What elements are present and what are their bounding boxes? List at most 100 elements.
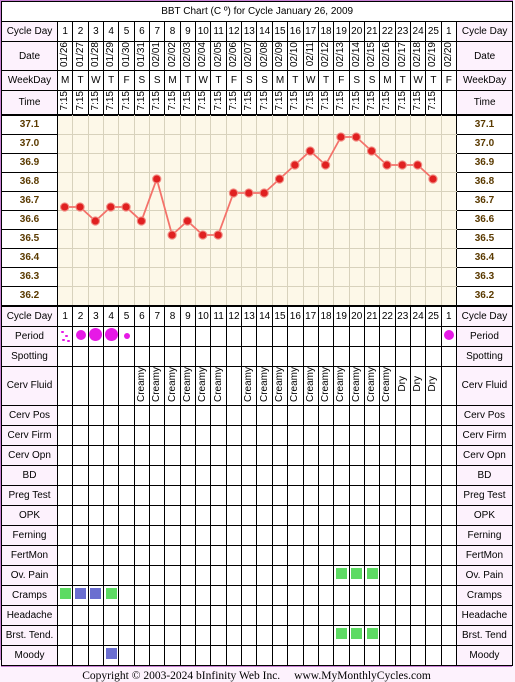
headache-row-cell[interactable] (333, 604, 350, 626)
cramps-row-cell[interactable] (56, 584, 74, 606)
preg-test-row-cell[interactable] (118, 484, 135, 506)
ov-pain-row-cell[interactable] (118, 564, 135, 586)
cramps-row-cell[interactable] (348, 584, 365, 606)
preg-test-row-cell[interactable] (394, 484, 411, 506)
bd-row-cell[interactable] (133, 464, 151, 486)
ferning-row-cell[interactable] (195, 524, 212, 546)
spotting-cell[interactable] (118, 345, 135, 367)
period-cell[interactable] (333, 325, 350, 347)
ov-pain-row-cell[interactable] (317, 564, 335, 586)
brst-tend-row-cell[interactable] (241, 624, 258, 646)
fertmon-row-cell[interactable] (195, 544, 212, 566)
headache-row-cell[interactable] (225, 604, 243, 626)
fertmon-row-cell[interactable] (271, 544, 289, 566)
preg-test-row-cell[interactable] (179, 484, 197, 506)
cerv-firm-row-cell[interactable] (210, 424, 227, 446)
moody-row-cell[interactable] (256, 644, 273, 666)
cerv-opn-row-cell[interactable] (179, 444, 197, 466)
moody-row-cell[interactable] (271, 644, 289, 666)
spotting-cell[interactable] (333, 345, 350, 367)
period-cell[interactable] (287, 325, 304, 347)
ferning-row-cell[interactable] (72, 524, 89, 546)
ov-pain-row-cell[interactable] (241, 564, 258, 586)
opk-row-cell[interactable] (118, 504, 135, 526)
cerv-firm-row-cell[interactable] (317, 424, 335, 446)
spotting-cell[interactable] (149, 345, 166, 367)
cerv-opn-row-cell[interactable] (225, 444, 243, 466)
cerv-pos-row-cell[interactable] (149, 404, 166, 426)
ov-pain-row-cell[interactable] (133, 564, 151, 586)
period-cell[interactable] (271, 325, 289, 347)
cramps-row-cell[interactable] (363, 584, 381, 606)
spotting-cell[interactable] (56, 345, 74, 367)
cerv-fluid-cell[interactable] (72, 365, 89, 406)
preg-test-row-cell[interactable] (56, 484, 74, 506)
brst-tend-row-cell[interactable] (317, 624, 335, 646)
headache-row-cell[interactable] (179, 604, 197, 626)
preg-test-row-cell[interactable] (241, 484, 258, 506)
opk-row-cell[interactable] (363, 504, 381, 526)
ov-pain-row-cell[interactable] (72, 564, 89, 586)
spotting-cell[interactable] (164, 345, 181, 367)
bd-row-cell[interactable] (103, 464, 120, 486)
ferning-row-cell[interactable] (394, 524, 411, 546)
cramps-row-cell[interactable] (103, 584, 120, 606)
cerv-pos-row-cell[interactable] (87, 404, 105, 426)
bd-row-cell[interactable] (425, 464, 442, 486)
cerv-firm-row-cell[interactable] (348, 424, 365, 446)
bd-row-cell[interactable] (363, 464, 381, 486)
ferning-row-cell[interactable] (179, 524, 197, 546)
cerv-firm-row-cell[interactable] (379, 424, 396, 446)
brst-tend-row-cell[interactable] (103, 624, 120, 646)
moody-row-cell[interactable] (348, 644, 365, 666)
period-cell[interactable] (363, 325, 381, 347)
cerv-firm-row-cell[interactable] (179, 424, 197, 446)
fertmon-row-cell[interactable] (394, 544, 411, 566)
cramps-row-cell[interactable] (87, 584, 105, 606)
moody-row-cell[interactable] (103, 644, 120, 666)
opk-row-cell[interactable] (256, 504, 273, 526)
cerv-pos-row-cell[interactable] (409, 404, 427, 426)
ov-pain-row-cell[interactable] (425, 564, 442, 586)
cerv-pos-row-cell[interactable] (425, 404, 442, 426)
period-cell[interactable] (302, 325, 319, 347)
headache-row-cell[interactable] (56, 604, 74, 626)
ferning-row-cell[interactable] (87, 524, 105, 546)
moody-row-cell[interactable] (425, 644, 442, 666)
ferning-row-cell[interactable] (409, 524, 427, 546)
moody-row-cell[interactable] (302, 644, 319, 666)
cerv-fluid-cell[interactable]: Creamy (195, 365, 212, 406)
period-cell[interactable] (256, 325, 273, 347)
spotting-cell[interactable] (271, 345, 289, 367)
opk-row-cell[interactable] (210, 504, 227, 526)
brst-tend-row-cell[interactable] (348, 624, 365, 646)
moody-row-cell[interactable] (210, 644, 227, 666)
bd-row-cell[interactable] (333, 464, 350, 486)
ferning-row-cell[interactable] (210, 524, 227, 546)
fertmon-row-cell[interactable] (302, 544, 319, 566)
period-cell[interactable] (409, 325, 427, 347)
cerv-pos-row-cell[interactable] (195, 404, 212, 426)
cerv-firm-row-cell[interactable] (195, 424, 212, 446)
fertmon-row-cell[interactable] (287, 544, 304, 566)
preg-test-row-cell[interactable] (363, 484, 381, 506)
cerv-opn-row-cell[interactable] (87, 444, 105, 466)
cerv-fluid-cell[interactable]: Creamy (256, 365, 273, 406)
cramps-row-cell[interactable] (271, 584, 289, 606)
cramps-row-cell[interactable] (394, 584, 411, 606)
cerv-fluid-cell[interactable] (87, 365, 105, 406)
preg-test-row-cell[interactable] (302, 484, 319, 506)
cerv-fluid-cell[interactable]: Creamy (164, 365, 181, 406)
cerv-fluid-cell[interactable]: Creamy (333, 365, 350, 406)
fertmon-row-cell[interactable] (87, 544, 105, 566)
brst-tend-row-cell[interactable] (379, 624, 396, 646)
opk-row-cell[interactable] (409, 504, 427, 526)
ov-pain-row-cell[interactable] (302, 564, 319, 586)
cramps-row-cell[interactable] (409, 584, 427, 606)
headache-row-cell[interactable] (241, 604, 258, 626)
fertmon-row-cell[interactable] (133, 544, 151, 566)
bd-row-cell[interactable] (440, 464, 457, 486)
cramps-row-cell[interactable] (425, 584, 442, 606)
cerv-fluid-cell[interactable]: Creamy (317, 365, 335, 406)
moody-row-cell[interactable] (133, 644, 151, 666)
